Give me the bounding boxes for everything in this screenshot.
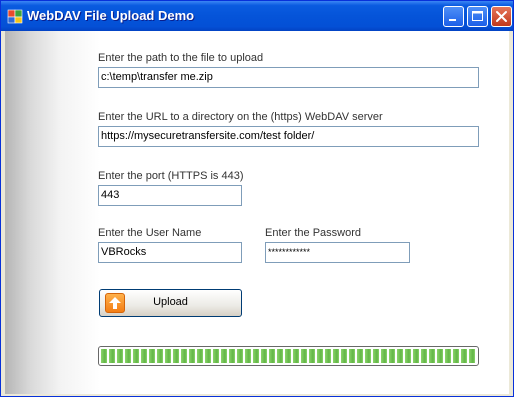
minimize-icon: [449, 19, 456, 21]
app-icon: [7, 8, 23, 24]
upload-button-label: Upload: [153, 296, 188, 308]
minimize-button[interactable]: [443, 6, 464, 27]
form-body: Enter the path to the file to upload c:\…: [5, 31, 509, 394]
title-bar[interactable]: WebDAV File Upload Demo: [1, 1, 513, 31]
app-window: WebDAV File Upload Demo Enter the path t…: [0, 0, 514, 397]
file-path-label: Enter the path to the file to upload: [98, 52, 264, 64]
upload-progress-bar: [98, 346, 479, 366]
url-input[interactable]: https://mysecuretransfersite.com/test fo…: [98, 126, 479, 147]
upload-button[interactable]: Upload: [99, 289, 242, 317]
close-icon: [496, 11, 507, 22]
url-label: Enter the URL to a directory on the (htt…: [98, 111, 383, 123]
username-label: Enter the User Name: [98, 227, 202, 239]
close-button[interactable]: [491, 6, 512, 27]
maximize-button[interactable]: [467, 6, 488, 27]
username-input[interactable]: VBRocks: [98, 242, 242, 263]
window-title: WebDAV File Upload Demo: [27, 8, 195, 23]
progress-fill: [101, 349, 476, 363]
maximize-icon: [472, 11, 483, 21]
password-input[interactable]: ************: [265, 242, 410, 263]
port-label: Enter the port (HTTPS is 443): [98, 170, 244, 182]
password-label: Enter the Password: [265, 227, 361, 239]
file-path-input[interactable]: c:\temp\transfer me.zip: [98, 67, 479, 88]
port-input[interactable]: 443: [98, 185, 242, 206]
